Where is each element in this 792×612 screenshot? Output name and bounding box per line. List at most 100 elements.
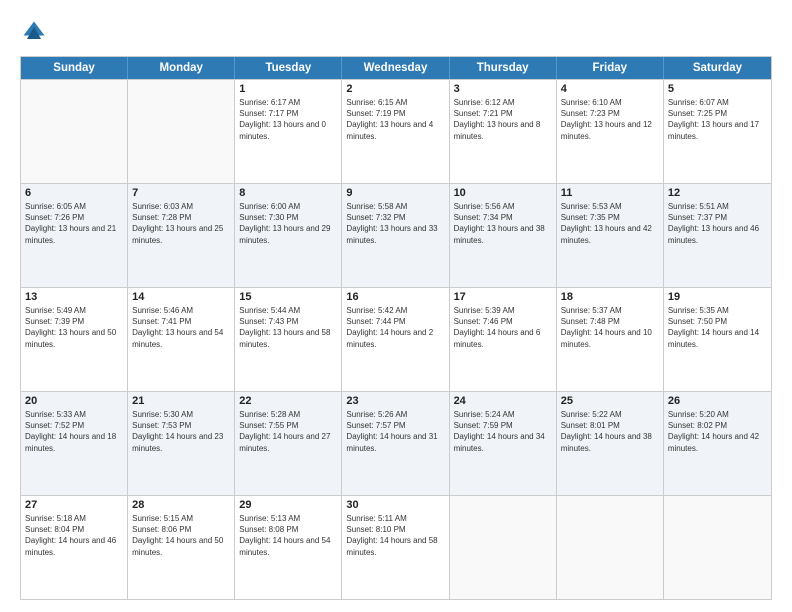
header-cell-monday: Monday: [128, 57, 235, 79]
day-cell: [128, 80, 235, 183]
calendar: SundayMondayTuesdayWednesdayThursdayFrid…: [20, 56, 772, 600]
day-info: Sunrise: 5:58 AM Sunset: 7:32 PM Dayligh…: [346, 201, 444, 246]
day-number: 11: [561, 187, 659, 199]
day-cell: 27 Sunrise: 5:18 AM Sunset: 8:04 PM Dayli…: [21, 496, 128, 599]
calendar-body: 1 Sunrise: 6:17 AM Sunset: 7:17 PM Daylig…: [21, 79, 771, 599]
day-cell: 1 Sunrise: 6:17 AM Sunset: 7:17 PM Daylig…: [235, 80, 342, 183]
day-info: Sunrise: 5:13 AM Sunset: 8:08 PM Dayligh…: [239, 513, 337, 558]
day-info: Sunrise: 5:28 AM Sunset: 7:55 PM Dayligh…: [239, 409, 337, 454]
day-cell: 12Sunrise: 5:51 AM Sunset: 7:37 PM Dayli…: [664, 184, 771, 287]
day-cell: 10 Sunrise: 5:56 AM Sunset: 7:34 PM Dayli…: [450, 184, 557, 287]
day-number: 9: [346, 187, 444, 199]
day-cell: 25 Sunrise: 5:22 AM Sunset: 8:01 PM Dayli…: [557, 392, 664, 495]
calendar-header: SundayMondayTuesdayWednesdayThursdayFrid…: [21, 57, 771, 79]
day-cell: 29 Sunrise: 5:13 AM Sunset: 8:08 PM Dayli…: [235, 496, 342, 599]
day-cell: [450, 496, 557, 599]
day-cell: 17 Sunrise: 5:39 AM Sunset: 7:46 PM Dayli…: [450, 288, 557, 391]
day-number: 24: [454, 395, 552, 407]
day-info: Sunrise: 5:18 AM Sunset: 8:04 PM Dayligh…: [25, 513, 123, 558]
day-info: Sunrise: 5:42 AM Sunset: 7:44 PM Dayligh…: [346, 305, 444, 350]
day-cell: 18 Sunrise: 5:37 AM Sunset: 7:48 PM Dayli…: [557, 288, 664, 391]
day-cell: [21, 80, 128, 183]
day-info: Sunrise: 6:12 AM Sunset: 7:21 PM Dayligh…: [454, 97, 552, 142]
day-info: Sunrise: 5:39 AM Sunset: 7:46 PM Dayligh…: [454, 305, 552, 350]
day-number: 23: [346, 395, 444, 407]
day-cell: 9 Sunrise: 5:58 AM Sunset: 7:32 PM Daylig…: [342, 184, 449, 287]
day-cell: 8 Sunrise: 6:00 AM Sunset: 7:30 PM Daylig…: [235, 184, 342, 287]
day-cell: 14 Sunrise: 5:46 AM Sunset: 7:41 PM Dayli…: [128, 288, 235, 391]
day-info: Sunrise: 5:33 AM Sunset: 7:52 PM Dayligh…: [25, 409, 123, 454]
day-number: 25: [561, 395, 659, 407]
day-number: 1: [239, 83, 337, 95]
day-cell: 21 Sunrise: 5:30 AM Sunset: 7:53 PM Dayli…: [128, 392, 235, 495]
day-number: 21: [132, 395, 230, 407]
day-info: Sunrise: 5:44 AM Sunset: 7:43 PM Dayligh…: [239, 305, 337, 350]
day-number: 7: [132, 187, 230, 199]
day-number: 16: [346, 291, 444, 303]
day-cell: 15 Sunrise: 5:44 AM Sunset: 7:43 PM Dayli…: [235, 288, 342, 391]
day-number: 20: [25, 395, 123, 407]
day-cell: 30 Sunrise: 5:11 AM Sunset: 8:10 PM Dayli…: [342, 496, 449, 599]
day-info: Sunrise: 5:20 AM Sunset: 8:02 PM Dayligh…: [668, 409, 767, 454]
day-number: 30: [346, 499, 444, 511]
day-number: 2: [346, 83, 444, 95]
header-cell-friday: Friday: [557, 57, 664, 79]
day-cell: 20 Sunrise: 5:33 AM Sunset: 7:52 PM Dayli…: [21, 392, 128, 495]
day-cell: 24Sunrise: 5:24 AM Sunset: 7:59 PM Dayli…: [450, 392, 557, 495]
day-number: 5: [668, 83, 767, 95]
day-cell: [557, 496, 664, 599]
day-info: Sunrise: 6:00 AM Sunset: 7:30 PM Dayligh…: [239, 201, 337, 246]
day-info: Sunrise: 6:05 AM Sunset: 7:26 PM Dayligh…: [25, 201, 123, 246]
day-cell: [664, 496, 771, 599]
page: SundayMondayTuesdayWednesdayThursdayFrid…: [0, 0, 792, 612]
day-cell: 22 Sunrise: 5:28 AM Sunset: 7:55 PM Dayli…: [235, 392, 342, 495]
day-info: Sunrise: 5:49 AM Sunset: 7:39 PM Dayligh…: [25, 305, 123, 350]
header: [20, 18, 772, 46]
day-info: Sunrise: 5:51 AM Sunset: 7:37 PM Dayligh…: [668, 201, 767, 246]
day-cell: 4 Sunrise: 6:10 AM Sunset: 7:23 PM Daylig…: [557, 80, 664, 183]
day-number: 3: [454, 83, 552, 95]
day-info: Sunrise: 5:15 AM Sunset: 8:06 PM Dayligh…: [132, 513, 230, 558]
day-number: 15: [239, 291, 337, 303]
day-cell: 26 Sunrise: 5:20 AM Sunset: 8:02 PM Dayli…: [664, 392, 771, 495]
day-info: Sunrise: 5:46 AM Sunset: 7:41 PM Dayligh…: [132, 305, 230, 350]
header-cell-tuesday: Tuesday: [235, 57, 342, 79]
day-number: 18: [561, 291, 659, 303]
day-number: 4: [561, 83, 659, 95]
day-number: 10: [454, 187, 552, 199]
day-info: Sunrise: 5:30 AM Sunset: 7:53 PM Dayligh…: [132, 409, 230, 454]
logo-icon: [20, 18, 48, 46]
day-info: Sunrise: 5:37 AM Sunset: 7:48 PM Dayligh…: [561, 305, 659, 350]
logo: [20, 18, 52, 46]
day-cell: 11 Sunrise: 5:53 AM Sunset: 7:35 PM Dayli…: [557, 184, 664, 287]
day-cell: 28 Sunrise: 5:15 AM Sunset: 8:06 PM Dayli…: [128, 496, 235, 599]
day-info: Sunrise: 6:17 AM Sunset: 7:17 PM Dayligh…: [239, 97, 337, 142]
day-number: 29: [239, 499, 337, 511]
day-info: Sunrise: 6:07 AM Sunset: 7:25 PM Dayligh…: [668, 97, 767, 142]
day-cell: 23Sunrise: 5:26 AM Sunset: 7:57 PM Dayli…: [342, 392, 449, 495]
header-cell-thursday: Thursday: [450, 57, 557, 79]
day-number: 27: [25, 499, 123, 511]
day-number: 22: [239, 395, 337, 407]
calendar-row-0: 1 Sunrise: 6:17 AM Sunset: 7:17 PM Daylig…: [21, 79, 771, 183]
day-info: Sunrise: 5:53 AM Sunset: 7:35 PM Dayligh…: [561, 201, 659, 246]
day-info: Sunrise: 5:22 AM Sunset: 8:01 PM Dayligh…: [561, 409, 659, 454]
header-cell-sunday: Sunday: [21, 57, 128, 79]
day-cell: 16 Sunrise: 5:42 AM Sunset: 7:44 PM Dayli…: [342, 288, 449, 391]
day-info: Sunrise: 6:03 AM Sunset: 7:28 PM Dayligh…: [132, 201, 230, 246]
day-info: Sunrise: 6:10 AM Sunset: 7:23 PM Dayligh…: [561, 97, 659, 142]
day-number: 28: [132, 499, 230, 511]
day-cell: 7 Sunrise: 6:03 AM Sunset: 7:28 PM Daylig…: [128, 184, 235, 287]
header-cell-saturday: Saturday: [664, 57, 771, 79]
day-number: 8: [239, 187, 337, 199]
day-number: 14: [132, 291, 230, 303]
day-cell: 2Sunrise: 6:15 AM Sunset: 7:19 PM Daylig…: [342, 80, 449, 183]
calendar-row-2: 13Sunrise: 5:49 AM Sunset: 7:39 PM Dayli…: [21, 287, 771, 391]
day-info: Sunrise: 5:11 AM Sunset: 8:10 PM Dayligh…: [346, 513, 444, 558]
day-number: 17: [454, 291, 552, 303]
day-number: 19: [668, 291, 767, 303]
day-cell: 5 Sunrise: 6:07 AM Sunset: 7:25 PM Daylig…: [664, 80, 771, 183]
day-number: 26: [668, 395, 767, 407]
day-info: Sunrise: 5:56 AM Sunset: 7:34 PM Dayligh…: [454, 201, 552, 246]
day-cell: 3 Sunrise: 6:12 AM Sunset: 7:21 PM Daylig…: [450, 80, 557, 183]
